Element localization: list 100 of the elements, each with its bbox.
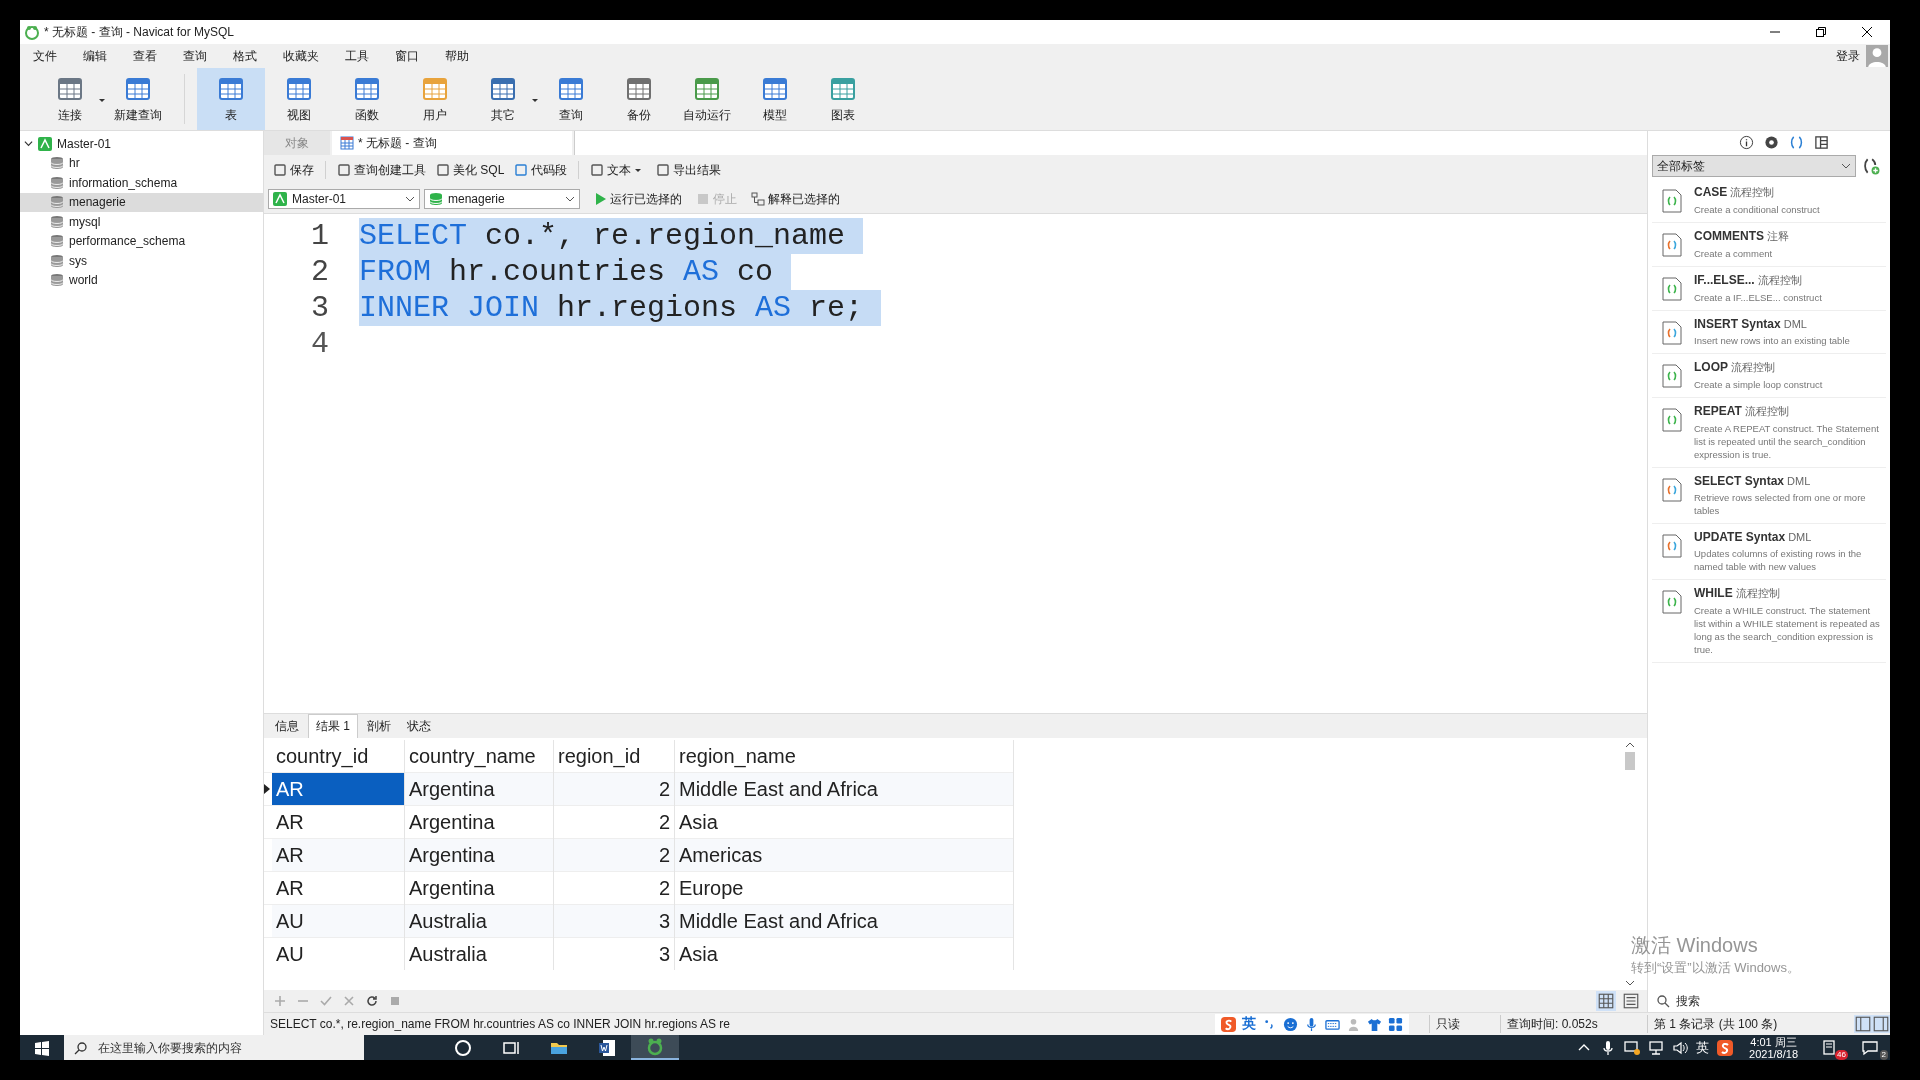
toolbar-button[interactable]: 表	[197, 68, 265, 130]
clock[interactable]: 4:01 周三 2021/8/18	[1749, 1035, 1798, 1060]
toolbar-button[interactable]: 用户	[401, 68, 469, 130]
tree-item[interactable]: mysql	[20, 212, 263, 232]
line-number: 1	[310, 219, 330, 253]
toolbar-button[interactable]: 查询创建工具	[332, 159, 431, 181]
add-snippet-icon[interactable]	[1862, 157, 1880, 175]
column-header[interactable]: country_name	[404, 740, 554, 773]
tag-filter-dropdown[interactable]: 全部标签	[1652, 155, 1856, 177]
toolbar-button[interactable]: 新建查询	[104, 68, 172, 130]
snippet-item[interactable]: LOOP 流程控制 Create a simple loop construct	[1652, 354, 1886, 398]
eye-icon[interactable]	[1764, 134, 1779, 150]
snippet-item[interactable]: REPEAT 流程控制 Create A REPEAT construct. The Statement list is repeated until the search_condition expression is true.	[1652, 398, 1886, 468]
result-tab[interactable]: 结果 1	[308, 714, 358, 738]
grid-icon[interactable]	[1814, 134, 1829, 150]
tree-item[interactable]: sys	[20, 251, 263, 271]
scroll-down-icon[interactable]	[1625, 980, 1635, 986]
table-cell: Americas	[674, 838, 1014, 872]
snippet-description: Create a IF...ELSE... construct	[1694, 291, 1822, 304]
grid-view-icon[interactable]	[1596, 991, 1616, 1011]
ime-logo-icon[interactable]	[1717, 1039, 1734, 1056]
panel-left-icon[interactable]	[1854, 1015, 1872, 1033]
snippet-item[interactable]: CASE 流程控制 Create a conditional construct	[1652, 179, 1886, 223]
menu-item[interactable]: 文件	[24, 47, 66, 65]
tree-item[interactable]: information_schema	[20, 173, 263, 193]
snippet-tag: DML	[1787, 475, 1811, 487]
snippet-tag: DML	[1783, 318, 1807, 330]
check-icon[interactable]	[320, 995, 332, 1007]
caret-icon	[531, 96, 539, 104]
toolbar-button[interactable]: 函数	[333, 68, 401, 130]
column-header[interactable]: country_id	[272, 740, 405, 773]
panel-right-icon[interactable]	[1872, 1015, 1890, 1033]
toolbar-button[interactable]: 图表	[809, 68, 877, 130]
toolbar-button[interactable]: 连接	[36, 68, 104, 130]
apps-icon	[1388, 1016, 1403, 1032]
menu-item[interactable]: 格式	[224, 47, 266, 65]
tree-item[interactable]: menagerie	[20, 192, 263, 212]
database-name: sys	[69, 253, 87, 268]
snippet-description: Create A REPEAT construct. The Statement list is repeated until the search_condition expression is true.	[1694, 422, 1880, 461]
form-view-icon[interactable]	[1621, 991, 1641, 1011]
menu-item[interactable]: 查看	[124, 47, 166, 65]
tree-item[interactable]: performance_schema	[20, 231, 263, 251]
scrollbar-thumb[interactable]	[1625, 752, 1635, 770]
toolbar-button[interactable]: 导出结果	[651, 159, 727, 181]
toolbar-button[interactable]: 查询	[537, 68, 605, 130]
login-link[interactable]: 登录	[1836, 47, 1860, 65]
action-button[interactable]: 解释已选择的	[746, 188, 845, 210]
connection-dropdown[interactable]: Master-01	[268, 189, 420, 209]
result-tab[interactable]: 状态	[400, 715, 438, 738]
action-button[interactable]: 运行已选择的	[588, 188, 687, 210]
result-tab[interactable]: 剖析	[360, 715, 398, 738]
toolbar-button[interactable]: 代码段	[509, 159, 573, 181]
table-cell: AR	[272, 772, 405, 806]
expand-caret-icon[interactable]	[24, 139, 33, 149]
scroll-up-icon[interactable]	[1625, 742, 1635, 748]
speaker-icon[interactable]	[1672, 1039, 1689, 1056]
snippet-name: UPDATE Syntax	[1694, 530, 1786, 544]
toolbar-button[interactable]: 视图	[265, 68, 333, 130]
tree-item[interactable]: Master-01	[57, 136, 112, 151]
snippet-item[interactable]: COMMENTS 注释 Create a comment	[1652, 223, 1886, 267]
search-field[interactable]: 搜索	[1674, 993, 1858, 1009]
menu-item[interactable]: 帮助	[436, 47, 478, 65]
tree-item[interactable]: world	[20, 270, 263, 290]
taskbar-search-bar[interactable]: 在这里输入你要搜索的内容	[64, 1035, 364, 1060]
table-cell: 2	[553, 838, 675, 872]
network-icon[interactable]	[1648, 1039, 1665, 1056]
menu-item[interactable]: 收藏夹	[274, 47, 328, 65]
snippet-item[interactable]: UPDATE Syntax DML Updates columns of existing rows in the named table with new values	[1652, 524, 1886, 580]
toolbar-button[interactable]: 其它	[469, 68, 537, 130]
table-cell: Argentina	[404, 772, 554, 806]
database-dropdown[interactable]: menagerie	[424, 189, 580, 209]
column-header[interactable]: region_name	[674, 740, 1014, 773]
monitor-icon[interactable]	[1624, 1039, 1641, 1056]
connection-name: Master-01	[292, 192, 348, 206]
notes-icon[interactable]	[1822, 1039, 1838, 1056]
snippet-item[interactable]: INSERT Syntax DML Insert new rows into an existing table	[1652, 311, 1886, 354]
database-icon	[50, 273, 64, 288]
snippet-tag: DML	[1788, 531, 1812, 543]
toolbar-button[interactable]: 模型	[741, 68, 809, 130]
toolbar-button[interactable]: 文本	[585, 159, 652, 181]
info-icon[interactable]	[1739, 134, 1754, 150]
snippet-item[interactable]: SELECT Syntax DML Retrieve rows selected from one or more tables	[1652, 468, 1886, 524]
input-language[interactable]: 英	[1696, 1038, 1710, 1057]
toolbar-button[interactable]: 自动运行	[673, 68, 741, 130]
menu-item[interactable]: 工具	[336, 47, 378, 65]
menu-item[interactable]: 窗口	[386, 47, 428, 65]
column-header[interactable]: region_id	[553, 740, 675, 773]
action-center-icon[interactable]	[1862, 1039, 1878, 1056]
toolbar-button[interactable]: 美化 SQL	[431, 159, 510, 181]
menu-item[interactable]: 查询	[174, 47, 216, 65]
toolbar-button[interactable]: 备份	[605, 68, 673, 130]
toolbar-button[interactable]: 保存	[268, 159, 319, 181]
line-number: 4	[310, 327, 330, 361]
snippet-item[interactable]: IF...ELSE... 流程控制 Create a IF...ELSE... construct	[1652, 267, 1886, 311]
result-tab[interactable]: 信息	[268, 715, 306, 738]
document-tab[interactable]: * 无标题 - 查询	[332, 131, 572, 155]
tree-item[interactable]: hr	[20, 153, 263, 173]
snippet-item[interactable]: WHILE 流程控制 Create a WHILE construct. The statement list within a WHILE statement is repeated as long as the search_condition expression is true.	[1652, 580, 1886, 663]
menu-item[interactable]: 编辑	[74, 47, 116, 65]
refresh-icon[interactable]	[366, 995, 378, 1007]
